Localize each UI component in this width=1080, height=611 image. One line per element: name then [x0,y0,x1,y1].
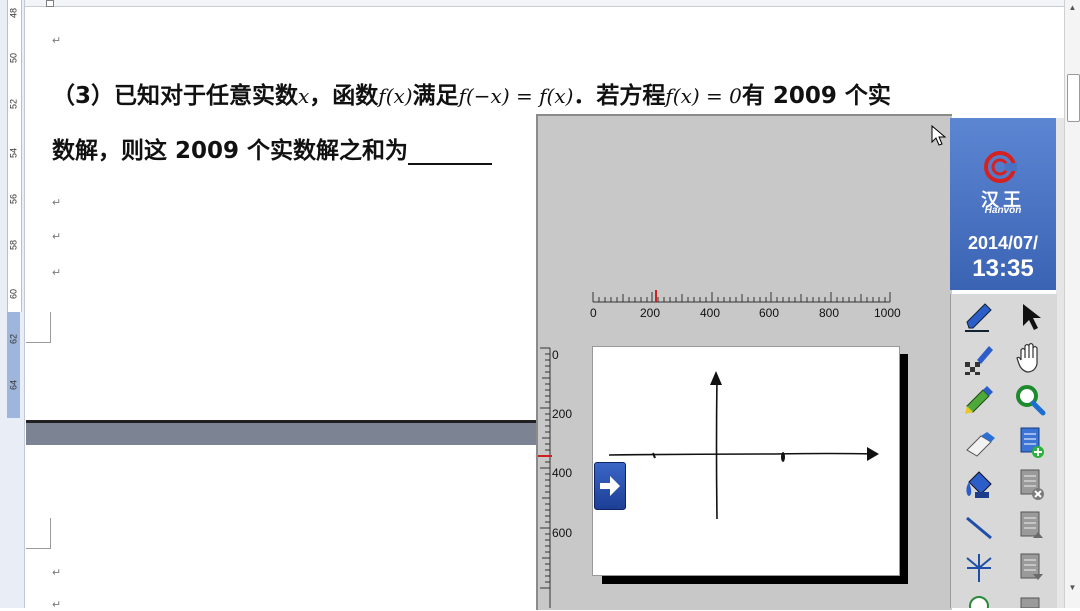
board-vertical-ruler: 0 200 400 600 [538,344,582,608]
ruler-label: 52 [8,99,19,110]
hand-drawn-axes [608,371,879,520]
ruler-tick-label: 400 [552,466,573,480]
page-break-gap [26,420,538,445]
ruler-label: 56 [8,194,19,205]
ruler-tick-label: 200 [640,306,661,320]
math-equation: f(−x) = f(x) [458,84,574,108]
ruler-tick-label: 0 [552,348,559,362]
ruler-tick-label: 600 [759,306,780,320]
paragraph-mark: ↵ [52,35,62,47]
question-text: ．若方程 [573,83,666,109]
new-page-icon[interactable] [1011,424,1051,460]
question-text: 满足 [412,83,459,109]
eraser-icon[interactable] [959,424,999,460]
x-axis-stroke [608,452,874,456]
pointer-icon[interactable] [1011,298,1051,334]
math-equation: f(x) = 0 [665,84,742,108]
vertical-ruler[interactable]: 48 50 52 54 56 58 60 62 64 [0,0,25,608]
answer-blank[interactable] [408,141,493,165]
page-prev-icon[interactable] [1011,508,1051,544]
ruler-tick-label: 200 [552,407,573,421]
ruler-tick-label: 400 [700,306,721,320]
texture-pen-icon[interactable] [959,340,999,376]
ruler-highlight [7,312,20,418]
drawing-canvas[interactable] [592,346,900,576]
paragraph-mark: ↵ [52,267,62,279]
more-tools-icon[interactable] [959,592,999,608]
time-display: 13:35 [972,255,1034,282]
page-list-icon[interactable] [1011,592,1051,608]
paragraph-mark: ↵ [52,197,62,209]
paragraph-mark: ↵ [52,567,62,579]
ruler-label: 60 [8,289,19,300]
scroll-up-arrow-icon[interactable]: ▲ [1067,2,1078,13]
panel-edge [1056,118,1064,608]
page-corner-mark [26,312,51,343]
ruler-label: 54 [8,148,19,159]
ruler-label: 48 [8,8,19,19]
page-corner-mark [26,518,51,549]
fill-bucket-icon[interactable] [959,466,999,502]
date-display: 2014/07/ [967,233,1039,253]
brand-name-en: Hanvon [984,205,1022,216]
paragraph-mark: ↵ [52,599,62,611]
paragraph-mark: ↵ [52,231,62,243]
arrow-right-icon [600,476,620,496]
mouse-cursor-icon [931,124,947,146]
ruler-label: 58 [8,240,19,251]
ruler-tick-label: 1000 [874,306,901,320]
vertical-scrollbar[interactable]: ▲ ▼ [1064,0,1080,608]
ruler-label: 50 [8,53,19,64]
pen-icon[interactable] [959,298,999,334]
question-text: ，函数 [309,83,379,109]
ruler-ticks [592,290,891,303]
magnifier-icon[interactable] [1011,382,1051,418]
page-next-icon[interactable] [1011,550,1051,586]
scroll-down-arrow-icon[interactable]: ▼ [1067,582,1078,593]
hanvon-logo-icon [984,151,1017,183]
delete-page-icon[interactable] [1011,466,1051,502]
question-line-2: 数解，则这 2009 个实数解之和为 [52,131,493,165]
x-axis-arrowhead [867,447,879,461]
y-axis-stroke [715,376,718,520]
ruler-indent-marker[interactable] [46,0,54,7]
ruler-label: 62 [8,334,19,345]
axes-tool-icon[interactable] [959,550,999,586]
math-variable: x [298,84,310,108]
question-text: 数解，则这 2009 个实数解之和为 [52,138,409,164]
y-axis-arrowhead [710,371,722,385]
scrollbar-thumb[interactable] [1067,74,1080,122]
line-icon[interactable] [959,508,999,544]
ruler-label: 64 [8,380,19,391]
question-line-1: （3）已知对于任意实数x，函数f(x)满足f(−x) = f(x)．若方程f(x… [52,76,891,110]
ruler-tick-label: 0 [590,306,597,320]
board-horizontal-ruler: 0 200 400 600 800 1000 [590,288,901,324]
ruler-ticks [538,347,552,608]
axis-mark [781,452,785,462]
ruler-tick-label: 800 [819,306,840,320]
highlighter-icon[interactable] [959,382,999,418]
expand-panel-button[interactable] [594,462,626,510]
question-text: 有 2009 个实 [741,83,891,109]
question-text: （3）已知对于任意实数 [52,83,299,109]
horizontal-ruler[interactable] [24,0,1064,7]
hand-icon[interactable] [1011,340,1051,376]
math-function: f(x) [378,84,413,108]
tool-palette [950,294,1057,608]
ruler-tick-label: 600 [552,526,573,540]
